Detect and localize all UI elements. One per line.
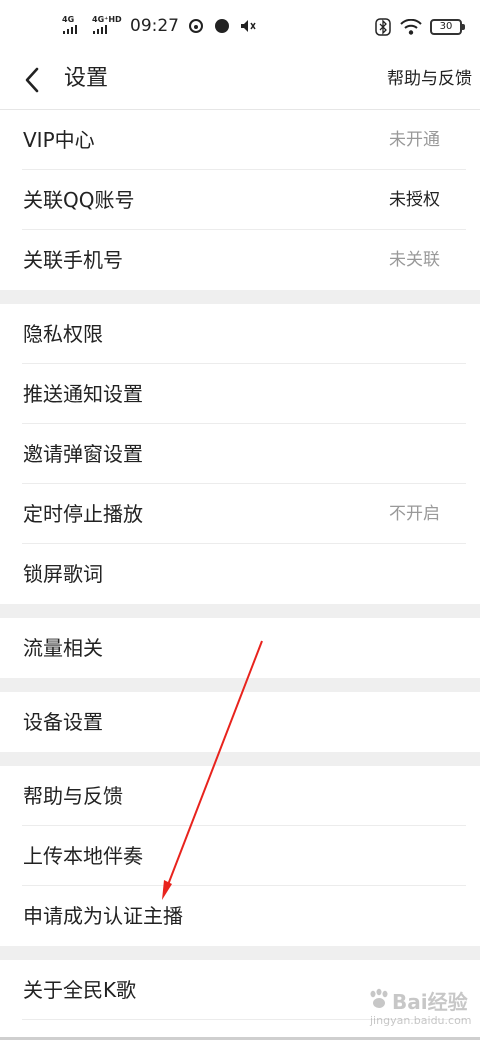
- setting-label: 定时停止播放: [23, 502, 143, 526]
- signal-strength-icon-2: 4G⁺HD: [92, 16, 122, 36]
- back-button[interactable]: [14, 62, 50, 98]
- setting-row-link-qq[interactable]: 关联QQ账号 未授权: [0, 170, 480, 230]
- setting-row-apply-certified-host[interactable]: 申请成为认证主播: [0, 886, 480, 946]
- section-divider: [0, 290, 480, 304]
- settings-group-device: 设备设置: [0, 692, 480, 752]
- signal-strength-icon: 4G: [62, 16, 84, 36]
- settings-list: VIP中心 未开通 关联QQ账号 未授权 关联手机号 未关联 隐私权限 推送通知…: [0, 110, 480, 1040]
- settings-group-support: 帮助与反馈 上传本地伴奏 申请成为认证主播: [0, 766, 480, 946]
- setting-label: 关联QQ账号: [23, 188, 135, 212]
- setting-row-sleep-timer[interactable]: 定时停止播放 不开启: [0, 484, 480, 544]
- watermark-url: jingyan.baidu.com: [370, 1014, 472, 1027]
- network-type-label: 4G: [62, 15, 75, 24]
- section-divider: [0, 678, 480, 692]
- paw-logo-icon: [370, 988, 388, 1008]
- setting-label: 隐私权限: [23, 322, 103, 346]
- setting-row-data-usage[interactable]: 流量相关: [0, 618, 480, 678]
- section-divider: [0, 752, 480, 766]
- status-bar-right: 30: [374, 16, 465, 38]
- setting-label: 邀请弹窗设置: [23, 442, 143, 466]
- volume-muted-icon: [239, 17, 257, 35]
- setting-label: 锁屏歌词: [23, 562, 103, 586]
- watermark-text: Bai经验: [392, 990, 468, 1014]
- setting-value: 未关联: [389, 250, 440, 270]
- compass-icon: [213, 17, 231, 35]
- battery-icon: 30: [430, 19, 465, 35]
- section-divider: [0, 604, 480, 618]
- netease-music-icon: [187, 17, 205, 35]
- setting-row-link-phone[interactable]: 关联手机号 未关联: [0, 230, 480, 290]
- setting-label: VIP中心: [23, 128, 95, 152]
- setting-label: 帮助与反馈: [23, 784, 123, 808]
- setting-row-invite-popup[interactable]: 邀请弹窗设置: [0, 424, 480, 484]
- setting-row-help-feedback[interactable]: 帮助与反馈: [0, 766, 480, 826]
- setting-label: 上传本地伴奏: [23, 844, 143, 868]
- setting-row-upload-accompaniment[interactable]: 上传本地伴奏: [0, 826, 480, 886]
- bluetooth-icon: [374, 18, 392, 36]
- setting-row-lockscreen-lyrics[interactable]: 锁屏歌词: [0, 544, 480, 604]
- section-divider: [0, 946, 480, 960]
- network-type-label-2: 4G⁺HD: [92, 15, 122, 24]
- settings-group-general: 隐私权限 推送通知设置 邀请弹窗设置 定时停止播放 不开启 锁屏歌词: [0, 304, 480, 604]
- page-title: 设置: [64, 66, 109, 91]
- settings-group-data: 流量相关: [0, 618, 480, 678]
- help-feedback-link[interactable]: 帮助与反馈: [387, 67, 472, 91]
- clock-time: 09:27: [130, 16, 179, 36]
- setting-label: 关于全民K歌: [23, 978, 137, 1002]
- baidu-watermark: Bai经验 jingyan.baidu.com: [368, 984, 472, 1032]
- chevron-left-icon: [25, 67, 39, 93]
- setting-label: 流量相关: [23, 636, 103, 660]
- app-header: 设置 帮助与反馈: [0, 52, 480, 110]
- battery-level: 30: [439, 21, 453, 32]
- setting-row-push-notifications[interactable]: 推送通知设置: [0, 364, 480, 424]
- setting-row-privacy[interactable]: 隐私权限: [0, 304, 480, 364]
- setting-value: 未授权: [389, 190, 440, 210]
- status-bar: 4G 4G⁺HD 09:27 30: [0, 0, 480, 52]
- setting-value: 未开通: [389, 130, 440, 150]
- status-bar-left: 4G 4G⁺HD 09:27: [62, 15, 257, 37]
- setting-value: 不开启: [389, 504, 440, 524]
- setting-label: 申请成为认证主播: [23, 904, 183, 928]
- settings-group-account: VIP中心 未开通 关联QQ账号 未授权 关联手机号 未关联: [0, 110, 480, 290]
- setting-label: 关联手机号: [23, 248, 123, 272]
- setting-row-vip-center[interactable]: VIP中心 未开通: [0, 110, 480, 170]
- wifi-icon: [400, 18, 422, 36]
- setting-row-device[interactable]: 设备设置: [0, 692, 480, 752]
- setting-label: 设备设置: [23, 710, 103, 734]
- setting-label: 推送通知设置: [23, 382, 143, 406]
